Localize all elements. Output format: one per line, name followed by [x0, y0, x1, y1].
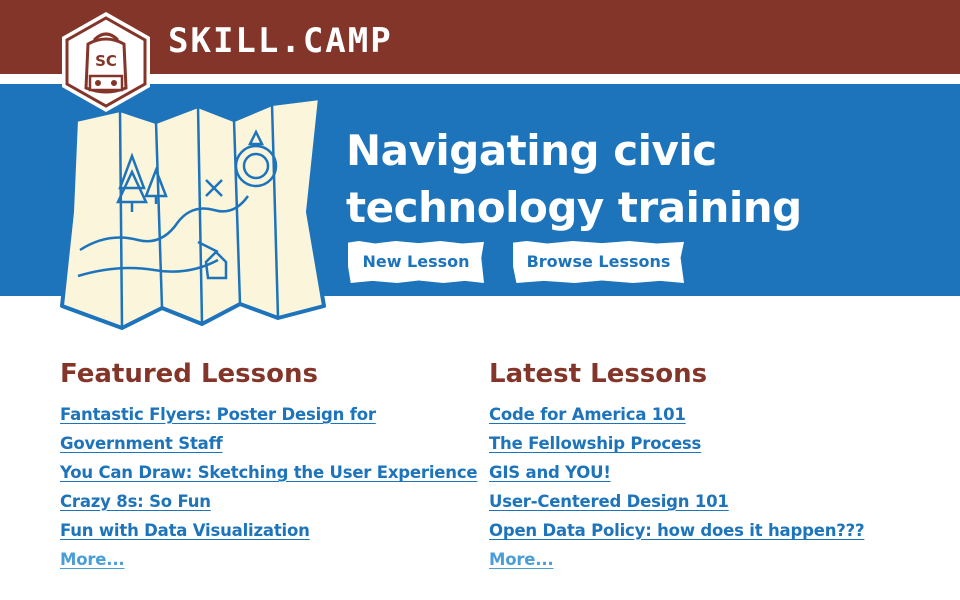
hero-title: Navigating civic technology training: [346, 126, 802, 232]
list-item: The Fellowship Process: [489, 429, 909, 458]
lesson-link[interactable]: You Can Draw: Sketching the User Experie…: [60, 458, 478, 487]
new-lesson-button[interactable]: New Lesson: [348, 241, 484, 283]
svg-text:SC: SC: [95, 52, 117, 70]
list-item: Code for America 101: [489, 400, 909, 429]
browse-lessons-button[interactable]: Browse Lessons: [513, 241, 684, 283]
latest-lessons-list: Code for America 101 The Fellowship Proc…: [489, 400, 909, 574]
list-item: More...: [60, 545, 480, 574]
latest-more-link[interactable]: More...: [489, 545, 554, 574]
site-title[interactable]: SKILL.CAMP: [168, 24, 393, 58]
featured-lessons-list: Fantastic Flyers: Poster Design for Gove…: [60, 400, 480, 574]
lesson-link[interactable]: User-Centered Design 101: [489, 487, 729, 516]
list-item: Crazy 8s: So Fun: [60, 487, 480, 516]
list-item: More...: [489, 545, 909, 574]
lesson-link[interactable]: Fantastic Flyers: Poster Design for Gove…: [60, 400, 480, 458]
lesson-link[interactable]: The Fellowship Process: [489, 429, 701, 458]
lesson-link[interactable]: GIS and YOU!: [489, 458, 611, 487]
folded-map-illustration: [58, 92, 330, 332]
latest-lessons-heading: Latest Lessons: [489, 359, 708, 389]
list-item: Fantastic Flyers: Poster Design for Gove…: [60, 400, 480, 458]
featured-lessons-section: Featured Lessons Fantastic Flyers: Poste…: [60, 356, 480, 574]
featured-lessons-heading: Featured Lessons: [60, 359, 318, 389]
lesson-link[interactable]: Open Data Policy: how does it happen???: [489, 516, 865, 545]
list-item: Open Data Policy: how does it happen???: [489, 516, 909, 545]
backpack-badge-icon: SC: [62, 12, 150, 112]
lesson-link[interactable]: Code for America 101: [489, 400, 686, 429]
list-item: You Can Draw: Sketching the User Experie…: [60, 458, 480, 487]
latest-lessons-section: Latest Lessons Code for America 101 The …: [489, 356, 909, 574]
list-item: GIS and YOU!: [489, 458, 909, 487]
site-logo[interactable]: SC: [60, 10, 152, 114]
lesson-link[interactable]: Fun with Data Visualization: [60, 516, 310, 545]
list-item: Fun with Data Visualization: [60, 516, 480, 545]
list-item: User-Centered Design 101: [489, 487, 909, 516]
lesson-link[interactable]: Crazy 8s: So Fun: [60, 487, 211, 516]
folded-map-icon: [60, 96, 326, 330]
featured-more-link[interactable]: More...: [60, 545, 125, 574]
